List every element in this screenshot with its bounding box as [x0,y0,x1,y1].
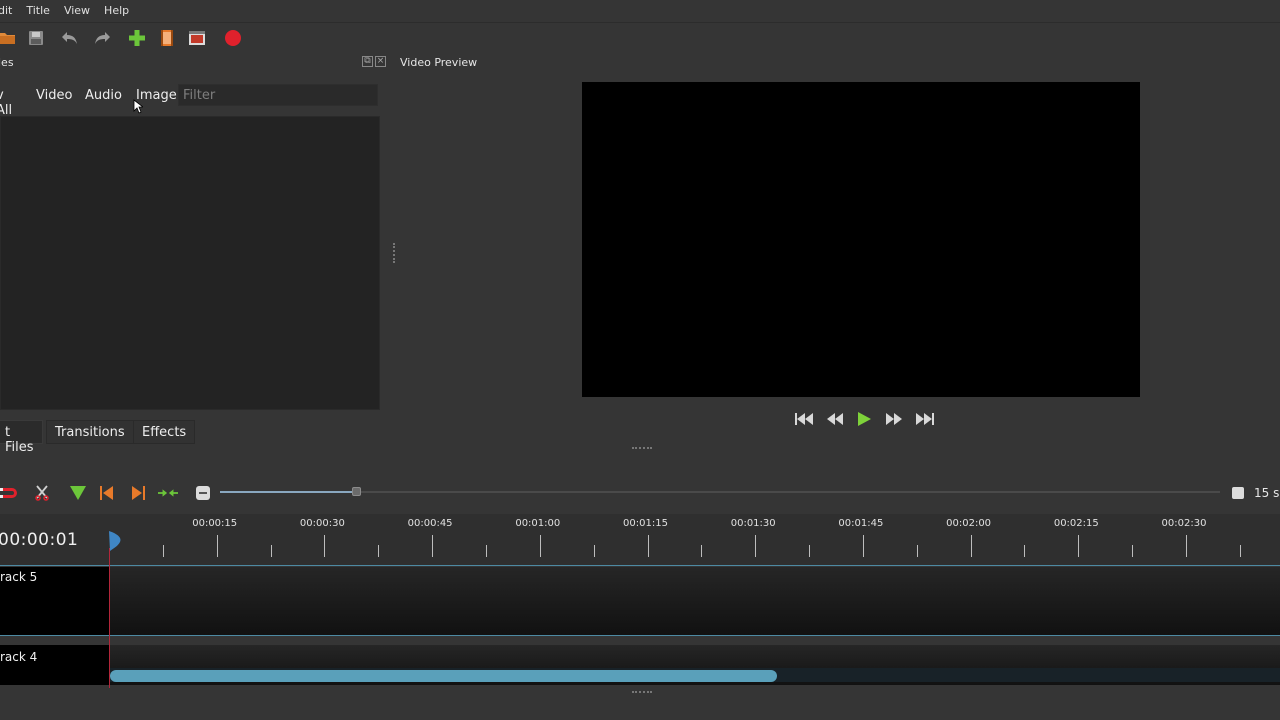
dock-splitter-vertical[interactable] [393,243,397,263]
zoom-slider-track[interactable] [220,491,1220,493]
dock-splitter-horizontal[interactable] [632,447,652,450]
ruler-major-tick [755,535,756,557]
mouse-cursor-icon [133,99,143,114]
timeline-scale-label: 15 se [1254,486,1280,500]
tab-effects[interactable]: Effects [133,420,196,444]
ruler-major-tick [324,535,325,557]
files-dock-buttons: ⧉ × [362,56,390,70]
ruler-major-tick [648,535,649,557]
fast-forward-icon[interactable] [882,408,906,430]
ruler-minor-tick [701,545,702,557]
menu-view[interactable]: View [64,4,90,17]
snap-magnet-icon[interactable] [0,483,20,503]
zoom-in-icon[interactable] [1232,487,1244,499]
files-panel-title: les [0,56,14,69]
timeline-timecode: 00:00:01 [0,530,79,550]
zoom-slider-handle[interactable] [352,487,361,496]
timeline-toolbar [0,480,1280,506]
menu-bar: dit Title View Help [0,0,1280,20]
undo-icon[interactable] [59,27,81,49]
menu-title[interactable]: Title [26,4,50,17]
export-video-icon[interactable] [222,27,244,49]
ruler-minor-tick [378,545,379,557]
menu-edit[interactable]: dit [0,4,12,17]
razor-icon[interactable] [32,483,52,503]
profile-icon[interactable] [156,27,178,49]
ruler-label: 00:01:30 [730,518,776,529]
play-icon[interactable] [852,408,876,430]
ruler-major-tick [432,535,433,557]
add-marker-icon[interactable] [68,483,88,503]
ruler-label: 00:01:15 [623,518,668,529]
next-marker-icon[interactable] [128,483,148,503]
tab-project-files[interactable]: t Files [0,420,43,455]
ruler-major-tick [1078,535,1079,557]
ruler-minor-tick [809,545,810,557]
ruler-label: 00:02:00 [946,518,992,529]
zoom-out-icon[interactable] [193,483,213,503]
track-label-4: rack 4 [0,650,38,664]
preview-panel-title: Video Preview [400,56,478,69]
ruler-major-tick [540,535,541,557]
ruler-label: 00:01:00 [515,518,561,529]
ruler-minor-tick [163,545,164,557]
redo-icon[interactable] [91,27,113,49]
timeline-scrollbar-thumb[interactable] [110,670,777,682]
video-preview-canvas [582,82,1140,397]
jump-start-icon[interactable] [792,408,816,430]
ruler-label: 00:00:45 [407,518,453,529]
menu-help[interactable]: Help [104,4,129,17]
filter-video[interactable]: Video [36,88,72,103]
track-row-5[interactable] [0,567,1280,636]
ruler-major-tick [971,535,972,557]
zoom-slider-fill [220,491,357,493]
save-project-icon[interactable] [25,27,47,49]
close-dock-icon[interactable]: × [375,56,386,67]
ruler-minor-tick [917,545,918,557]
import-files-icon[interactable] [126,27,148,49]
ruler-label: 00:00:15 [192,518,238,529]
dock-splitter-bottom[interactable] [632,691,652,694]
center-timeline-icon[interactable] [158,483,178,503]
playhead-handle[interactable] [106,530,124,552]
ruler-minor-tick [1240,545,1241,557]
filter-input[interactable]: Filter [178,84,378,106]
ruler-label: 00:00:30 [299,518,345,529]
fullscreen-icon[interactable] [186,27,208,49]
ruler-label: 00:02:15 [1053,518,1099,529]
ruler-minor-tick [271,545,272,557]
open-project-icon[interactable] [0,27,18,49]
ruler-minor-tick [1132,545,1133,557]
ruler-minor-tick [594,545,595,557]
jump-end-icon[interactable] [913,408,937,430]
project-files-list[interactable] [0,116,380,410]
ruler-major-tick [1186,535,1187,557]
ruler-major-tick [217,535,218,557]
ruler-major-tick [863,535,864,557]
float-dock-icon[interactable]: ⧉ [362,56,373,67]
ruler-minor-tick [1024,545,1025,557]
rewind-icon[interactable] [823,408,847,430]
main-toolbar [0,22,1280,52]
track-label-5: rack 5 [0,570,38,584]
ruler-label: 00:02:30 [1161,518,1207,529]
filter-show-all[interactable]: v All [0,88,12,118]
filter-audio[interactable]: Audio [85,88,122,103]
previous-marker-icon[interactable] [97,483,117,503]
tab-transitions[interactable]: Transitions [46,420,134,444]
ruler-minor-tick [486,545,487,557]
playhead-line [109,548,110,688]
ruler-label: 00:01:45 [838,518,884,529]
